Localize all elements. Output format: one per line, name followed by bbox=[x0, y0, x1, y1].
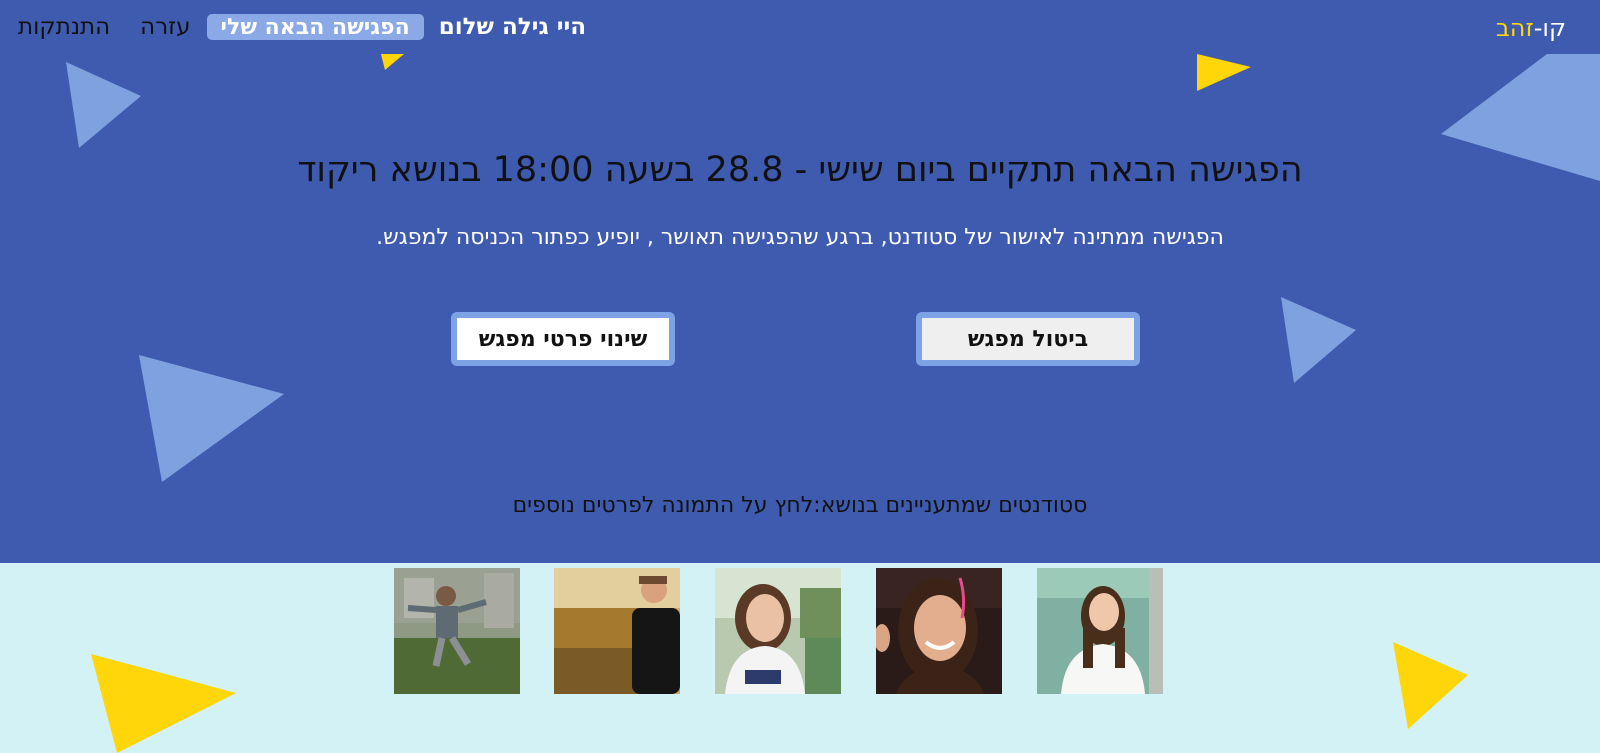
nav-help[interactable]: עזרה bbox=[140, 14, 190, 40]
student-photo-4[interactable] bbox=[876, 568, 1002, 694]
triangle-decoration bbox=[1281, 297, 1356, 383]
cancel-meeting-button[interactable]: ביטול מפגש bbox=[916, 312, 1140, 366]
student-photo-1-image bbox=[394, 568, 520, 694]
student-photo-5-image bbox=[1037, 568, 1163, 694]
triangle-decoration bbox=[1393, 642, 1468, 729]
student-photo-5[interactable] bbox=[1037, 568, 1163, 694]
nav-my-next-meeting[interactable]: הפגישה הבאה שלי bbox=[206, 14, 424, 40]
interested-students-caption: סטודנטים שמתעניינים בנושא:לחץ על התמונה … bbox=[512, 493, 1088, 518]
student-photo-2[interactable] bbox=[554, 568, 680, 694]
nav-logout[interactable]: התנתקות bbox=[18, 14, 110, 40]
hero-section: קו-זהב היי גילה שלום הפגישה הבאה שלי עזר… bbox=[0, 0, 1600, 563]
student-photo-2-image bbox=[554, 568, 680, 694]
student-photo-4-image bbox=[876, 568, 1002, 694]
greeting-text: היי גילה שלום bbox=[438, 14, 587, 40]
change-meeting-details-button[interactable]: שינוי פרטי מפגש bbox=[451, 312, 675, 366]
student-photo-1[interactable] bbox=[394, 568, 520, 694]
student-photo-3[interactable] bbox=[715, 568, 841, 694]
meeting-headline: הפגישה הבאה תתקיים ביום שישי - 28.8 בשעה… bbox=[297, 150, 1303, 190]
brand-logo[interactable]: קו-זהב bbox=[1496, 14, 1566, 42]
brand-part-2: זהב bbox=[1495, 14, 1534, 42]
student-photo-3-image bbox=[715, 568, 841, 694]
triangle-decoration bbox=[139, 355, 284, 482]
decorative-triangles bbox=[66, 54, 1600, 482]
triangle-decoration bbox=[381, 54, 404, 70]
triangle-decoration bbox=[66, 62, 141, 148]
students-section bbox=[0, 563, 1600, 753]
meeting-status-note: הפגישה ממתינה לאישור של סטודנט, ברגע שהפ… bbox=[376, 225, 1224, 250]
top-nav: היי גילה שלום הפגישה הבאה שלי עזרה התנתק… bbox=[18, 14, 586, 40]
brand-part-1: קו- bbox=[1533, 14, 1566, 42]
triangle-decoration bbox=[1197, 54, 1251, 91]
triangle-decoration bbox=[91, 654, 236, 753]
